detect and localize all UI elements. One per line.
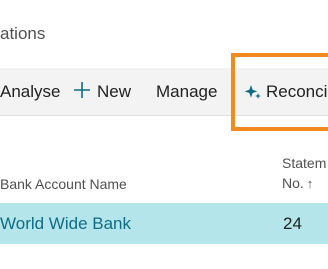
column-header-statement-no-line2[interactable]: No. ↑ xyxy=(282,175,313,191)
sparkle-icon xyxy=(244,83,262,101)
statement-no-cell: 24 xyxy=(283,213,302,233)
column-header-statement-no-label: No. xyxy=(282,175,304,191)
action-bar: Analyse New Manage Reconcil xyxy=(0,68,328,116)
manage-menu[interactable]: Manage xyxy=(156,68,217,116)
reconcile-label: Reconcil xyxy=(266,82,328,101)
table-row[interactable]: World Wide Bank 24 xyxy=(0,203,328,244)
column-header-bank-account-name[interactable]: Bank Account Name xyxy=(0,176,127,192)
analyse-label: Analyse xyxy=(0,82,61,101)
column-header-statement-no[interactable]: Statem xyxy=(282,155,326,171)
analyse-action[interactable]: Analyse xyxy=(0,68,60,116)
new-button[interactable]: New xyxy=(72,68,131,116)
bank-account-name-cell[interactable]: World Wide Bank xyxy=(0,203,131,244)
new-label: New xyxy=(97,82,132,101)
sort-ascending-arrow-icon: ↑ xyxy=(306,176,314,191)
plus-icon xyxy=(72,80,92,104)
page-header: ations xyxy=(0,0,328,68)
manage-label: Manage xyxy=(156,82,218,101)
page-title: ations xyxy=(0,24,46,43)
reconcile-button[interactable]: Reconcil xyxy=(244,68,328,116)
